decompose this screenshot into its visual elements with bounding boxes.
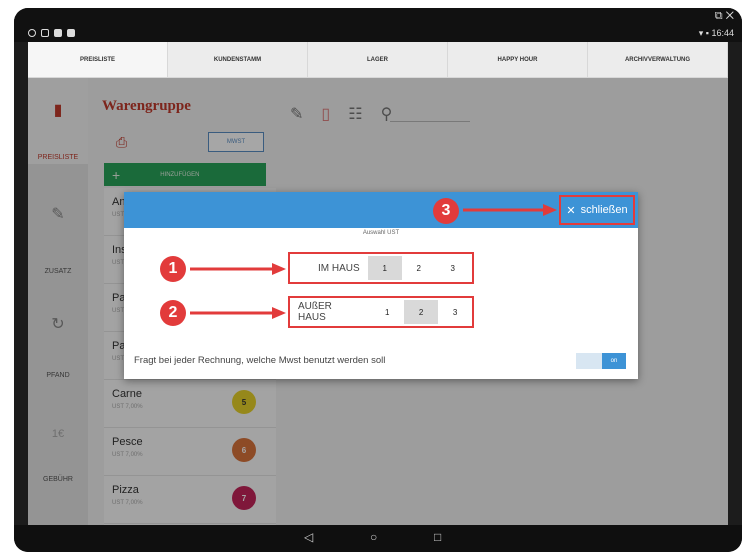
tab-kundenstamm[interactable]: KUNDENSTAMM bbox=[168, 42, 308, 77]
status-icons bbox=[28, 29, 75, 37]
app-icon bbox=[67, 29, 75, 37]
annotation-marker-2: 2 bbox=[160, 300, 186, 326]
im-haus-selector: IM HAUS 1 2 3 bbox=[288, 252, 474, 284]
storage-icon bbox=[54, 29, 62, 37]
android-nav-bar: ◁ ○ □ bbox=[14, 525, 742, 552]
im-haus-option-2[interactable]: 2 bbox=[402, 256, 436, 280]
tab-preisliste[interactable]: PREISLISTE bbox=[28, 42, 168, 77]
back-icon[interactable]: ◁ bbox=[304, 530, 313, 544]
annotation-arrow-3 bbox=[463, 204, 557, 216]
ausser-haus-label: AUßER HAUS bbox=[298, 301, 332, 323]
close-icon: ✕ bbox=[566, 204, 576, 217]
ausser-haus-selector: AUßER HAUS 1 2 3 bbox=[288, 296, 474, 328]
im-haus-option-3[interactable]: 3 bbox=[436, 256, 470, 280]
close-label: schließen bbox=[580, 204, 628, 216]
ust-dialog: ✕ schließen Auswahl UST IM HAUS 1 2 3 AUß… bbox=[124, 192, 638, 379]
ausser-haus-option-3[interactable]: 3 bbox=[438, 300, 472, 324]
annotation-arrow-1 bbox=[190, 263, 286, 275]
toggle-knob: on bbox=[602, 353, 626, 369]
status-bar: ⧉ ✕ ▾ ▪ 16:44 bbox=[14, 8, 742, 42]
window-controls[interactable]: ⧉ ✕ bbox=[715, 10, 734, 23]
top-tabs: PREISLISTE KUNDENSTAMM LAGER HAPPY HOUR … bbox=[28, 42, 728, 78]
tab-archivverwaltung[interactable]: ARCHIVVERWALTUNG bbox=[588, 42, 728, 77]
tab-lager[interactable]: LAGER bbox=[308, 42, 448, 77]
tab-happy-hour[interactable]: HAPPY HOUR bbox=[448, 42, 588, 77]
ausser-haus-option-2[interactable]: 2 bbox=[404, 300, 439, 324]
ausser-haus-option-1[interactable]: 1 bbox=[370, 300, 404, 324]
time-text: 16:44 bbox=[711, 28, 734, 38]
dialog-subtitle: Auswahl UST bbox=[362, 230, 400, 236]
dialog-note: Fragt bei jeder Rechnung, welche Mwst be… bbox=[134, 355, 386, 366]
im-haus-label: IM HAUS bbox=[318, 262, 360, 274]
im-haus-option-1[interactable]: 1 bbox=[367, 256, 402, 280]
home-icon[interactable]: ○ bbox=[370, 530, 377, 544]
annotation-marker-3: 3 bbox=[433, 198, 459, 224]
annotation-arrow-2 bbox=[190, 307, 286, 319]
recents-icon[interactable]: □ bbox=[434, 530, 441, 544]
annotation-marker-1: 1 bbox=[160, 256, 186, 282]
screenshot-icon bbox=[41, 29, 49, 37]
notification-icon bbox=[28, 29, 36, 37]
close-button[interactable]: ✕ schließen bbox=[559, 195, 635, 225]
clock: ▾ ▪ 16:44 bbox=[698, 28, 734, 38]
ask-mwst-toggle[interactable]: on bbox=[576, 353, 626, 369]
